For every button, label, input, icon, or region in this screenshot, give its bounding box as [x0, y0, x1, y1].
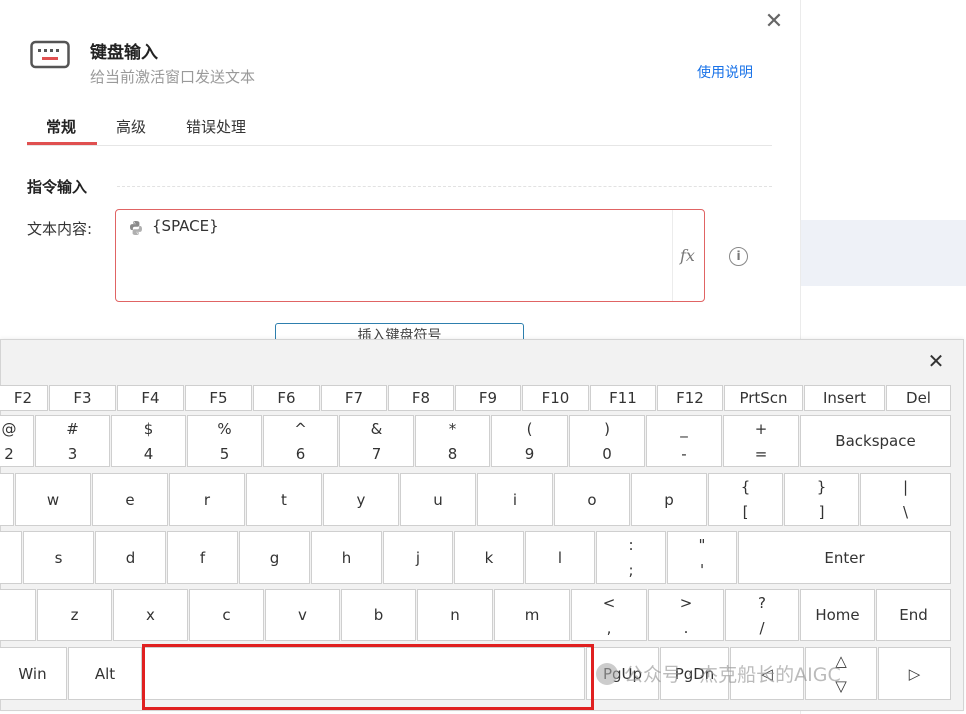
- key-f10[interactable]: F10: [522, 385, 589, 411]
- key-arrow-right[interactable]: ▷: [878, 647, 951, 700]
- key-5[interactable]: % 5: [187, 415, 262, 467]
- python-icon: [130, 221, 142, 235]
- key-a-partial[interactable]: [0, 531, 22, 584]
- text-content-label: 文本内容:: [27, 220, 93, 238]
- key-end[interactable]: End: [876, 589, 951, 641]
- key-p[interactable]: p: [631, 473, 707, 526]
- key-o[interactable]: o: [554, 473, 630, 526]
- app-root: ✕ 键盘输入 给当前激活窗口发送文本 使用说明 常规 高级 错误处理 指令输入 …: [0, 0, 966, 714]
- dialog-title: 键盘输入: [90, 43, 158, 63]
- key-home[interactable]: Home: [800, 589, 875, 641]
- key-quote[interactable]: " ': [667, 531, 737, 584]
- key-f7[interactable]: F7: [321, 385, 387, 411]
- help-link[interactable]: 使用说明: [697, 62, 753, 82]
- key-y[interactable]: y: [323, 473, 399, 526]
- text-content-input[interactable]: {SPACE} fx: [115, 209, 705, 302]
- key-backspace[interactable]: Backspace: [800, 415, 951, 467]
- key-f[interactable]: f: [167, 531, 238, 584]
- key-c[interactable]: c: [189, 589, 264, 641]
- section-title: 指令输入: [27, 178, 88, 196]
- key-minus[interactable]: _ -: [646, 415, 722, 467]
- key-period[interactable]: >.: [648, 589, 724, 641]
- keyboard-close-icon[interactable]: ✕: [926, 350, 946, 372]
- key-prtscn[interactable]: PrtScn: [724, 385, 803, 411]
- key-v[interactable]: v: [265, 589, 340, 641]
- key-x[interactable]: x: [113, 589, 188, 641]
- tab-error-handling[interactable]: 错误处理: [186, 116, 246, 137]
- arrow-down-icon: ▽: [835, 677, 847, 696]
- keyboard-icon: [30, 40, 70, 69]
- key-9[interactable]: (9: [491, 415, 568, 467]
- dialog-close-icon[interactable]: ✕: [764, 10, 784, 34]
- key-u[interactable]: u: [400, 473, 476, 526]
- key-shift-partial[interactable]: [0, 589, 36, 641]
- key-n[interactable]: n: [417, 589, 493, 641]
- key-0[interactable]: ) 0: [569, 415, 645, 467]
- key-slash[interactable]: ? /: [725, 589, 799, 641]
- key-f2[interactable]: F2: [0, 385, 48, 411]
- key-m[interactable]: m: [494, 589, 570, 641]
- key-f5[interactable]: F5: [185, 385, 252, 411]
- key-comma[interactable]: <,: [571, 589, 647, 641]
- key-j[interactable]: j: [383, 531, 453, 584]
- key-space[interactable]: [143, 647, 585, 700]
- key-right-bracket[interactable]: }]: [784, 473, 859, 526]
- section-divider: [117, 186, 772, 187]
- key-i[interactable]: i: [477, 473, 553, 526]
- key-f9[interactable]: F9: [455, 385, 521, 411]
- key-3[interactable]: #3: [35, 415, 110, 467]
- text-content-value: {SPACE}: [152, 217, 219, 235]
- key-d[interactable]: d: [95, 531, 166, 584]
- key-6[interactable]: ^ 6: [263, 415, 338, 467]
- arrow-up-icon: △: [835, 651, 847, 670]
- key-z[interactable]: z: [37, 589, 112, 641]
- key-f12[interactable]: F12: [657, 385, 723, 411]
- key-backslash[interactable]: | \: [860, 473, 951, 526]
- key-h[interactable]: h: [311, 531, 382, 584]
- key-l[interactable]: l: [525, 531, 595, 584]
- tab-bar: 常规 高级 错误处理: [27, 108, 772, 146]
- active-tab-indicator: [27, 142, 97, 145]
- dialog-subtitle: 给当前激活窗口发送文本: [90, 68, 256, 86]
- key-arrow-left[interactable]: ◁: [730, 647, 804, 700]
- key-b[interactable]: b: [341, 589, 416, 641]
- background-highlight-row: [801, 220, 966, 286]
- key-f6[interactable]: F6: [253, 385, 320, 411]
- key-pgup[interactable]: PgUp: [586, 647, 659, 700]
- key-8[interactable]: * 8: [415, 415, 490, 467]
- key-2[interactable]: @2: [0, 415, 34, 467]
- key-equals[interactable]: + =: [723, 415, 799, 467]
- key-f3[interactable]: F3: [49, 385, 116, 411]
- info-icon[interactable]: i: [729, 247, 748, 266]
- key-k[interactable]: k: [454, 531, 524, 584]
- key-win[interactable]: Win: [0, 647, 67, 700]
- key-arrow-up-down[interactable]: △ ▽: [805, 647, 877, 700]
- key-f4[interactable]: F4: [117, 385, 184, 411]
- key-insert[interactable]: Insert: [804, 385, 885, 411]
- key-pgdn[interactable]: PgDn: [660, 647, 729, 700]
- key-semicolon[interactable]: :;: [596, 531, 666, 584]
- tab-general[interactable]: 常规: [46, 116, 76, 137]
- fx-icon[interactable]: fx: [680, 246, 695, 265]
- key-enter[interactable]: Enter: [738, 531, 951, 584]
- key-del[interactable]: Del: [886, 385, 951, 411]
- key-q-partial[interactable]: [0, 473, 14, 526]
- key-w[interactable]: w: [15, 473, 91, 526]
- fx-panel: fx: [672, 210, 704, 301]
- key-s[interactable]: s: [23, 531, 94, 584]
- key-4[interactable]: $4: [111, 415, 186, 467]
- key-alt[interactable]: Alt: [68, 647, 142, 700]
- key-f8[interactable]: F8: [388, 385, 454, 411]
- key-7[interactable]: & 7: [339, 415, 414, 467]
- key-left-bracket[interactable]: {[: [708, 473, 783, 526]
- key-r[interactable]: r: [169, 473, 245, 526]
- tab-advanced[interactable]: 高级: [116, 116, 146, 137]
- key-e[interactable]: e: [92, 473, 168, 526]
- key-f11[interactable]: F11: [590, 385, 656, 411]
- key-g[interactable]: g: [239, 531, 310, 584]
- key-t[interactable]: t: [246, 473, 322, 526]
